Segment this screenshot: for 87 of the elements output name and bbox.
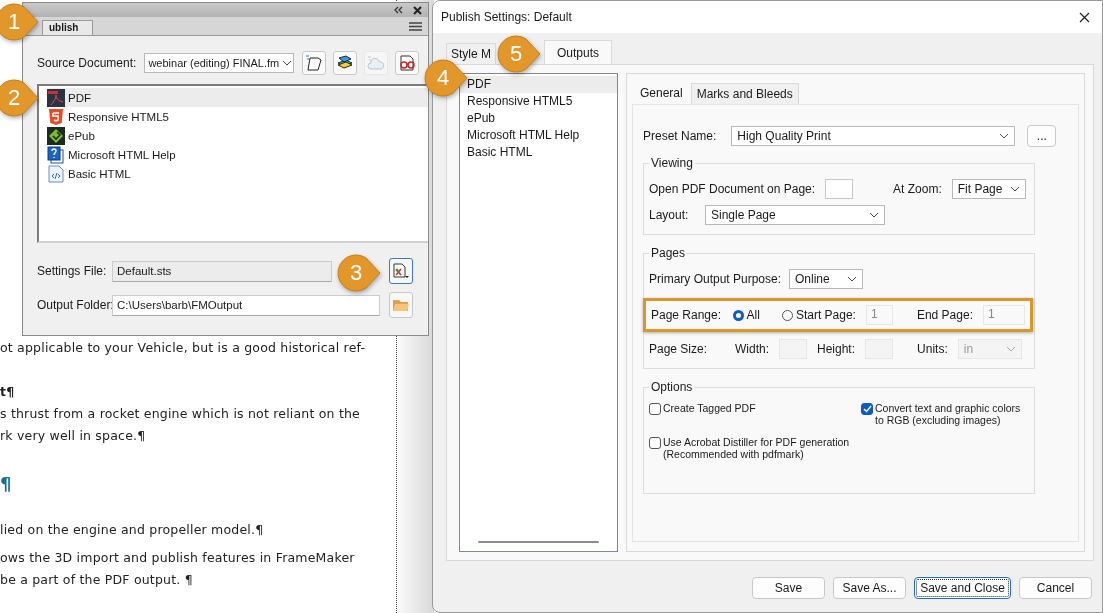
field-label: Source Document: bbox=[37, 56, 137, 70]
tab[interactable]: Style M bbox=[446, 43, 496, 64]
shield-five-icon bbox=[47, 107, 65, 126]
more-button[interactable]: ... bbox=[1027, 125, 1057, 147]
document-text-line: ows the 3D import and publish features in FrameMaker bbox=[0, 549, 356, 567]
layout-dropdown[interactable]: Single Page bbox=[705, 205, 885, 225]
chevron-down-icon bbox=[999, 133, 1010, 139]
field-label: At Zoom: bbox=[893, 182, 942, 196]
output-list-item[interactable]: ePub bbox=[460, 110, 617, 127]
field-label: Output Folder: bbox=[37, 298, 112, 312]
checkbox[interactable]: Create Tagged PDF bbox=[649, 402, 861, 426]
preset-dropdown[interactable]: High Quality Print bbox=[731, 126, 1016, 146]
document-heading: ¶ bbox=[0, 472, 13, 496]
file-caret-icon bbox=[392, 262, 410, 280]
diamond-icon bbox=[47, 126, 65, 145]
collapse-icon[interactable] bbox=[393, 6, 403, 14]
field-label: Open PDF Document on Page: bbox=[649, 182, 816, 196]
settings-file-field[interactable]: Default.sts bbox=[112, 260, 332, 282]
toolbar-button[interactable] bbox=[395, 51, 420, 75]
close-icon[interactable] bbox=[1079, 11, 1090, 23]
chevron-down-icon bbox=[282, 60, 293, 66]
panel-tab[interactable]: ublish bbox=[42, 20, 94, 35]
chevron-down-icon bbox=[1005, 346, 1016, 352]
field-label: Settings File: bbox=[37, 264, 108, 278]
dialog-button[interactable]: Save and Close bbox=[914, 577, 1011, 599]
close-icon[interactable] bbox=[413, 5, 422, 15]
output-list-item[interactable]: Basic HTML bbox=[460, 144, 617, 161]
purpose-dropdown[interactable]: Online bbox=[789, 269, 863, 289]
checkbox[interactable]: Use Acrobat Distiller for PDF generation (Recommended with pdfmark) bbox=[649, 436, 861, 460]
output-list-item[interactable]: ePub bbox=[47, 126, 428, 145]
field-label: Page Size: bbox=[649, 342, 709, 356]
field-label: Layout: bbox=[649, 208, 690, 222]
zoom-dropdown[interactable]: Fit Page bbox=[951, 179, 1026, 199]
step-callout: 5 bbox=[497, 34, 541, 74]
menu-icon[interactable] bbox=[409, 22, 422, 31]
chevron-down-icon bbox=[1009, 186, 1020, 192]
folder-icon bbox=[392, 297, 410, 313]
field-label: Primary Output Purpose: bbox=[649, 272, 779, 286]
field-label: Preset Name: bbox=[643, 129, 717, 143]
pdf-icon bbox=[47, 88, 65, 107]
toolbar-button[interactable] bbox=[333, 51, 358, 75]
output-list-item[interactable]: Basic HTML bbox=[47, 164, 428, 183]
dialog-button[interactable]: Cancel bbox=[1019, 577, 1092, 599]
chevron-down-icon bbox=[847, 276, 857, 282]
document-heading: t¶ bbox=[0, 383, 16, 401]
document-text-line: lied on the engine and propeller model.¶ bbox=[0, 521, 265, 539]
output-list-item[interactable]: Responsive HTML5 bbox=[47, 107, 428, 126]
document-text-line: be a part of the PDF output. ¶ bbox=[0, 571, 194, 589]
step-callout: 1 bbox=[0, 2, 39, 42]
field-label: Width: bbox=[735, 342, 769, 356]
scrollbar[interactable] bbox=[478, 541, 599, 543]
output-folder-field[interactable]: C:\Users\barb\FMOutput bbox=[112, 294, 380, 316]
step-callout: 3 bbox=[337, 253, 381, 293]
radio-button[interactable]: Start Page: bbox=[781, 308, 856, 322]
toolbar-button[interactable] bbox=[302, 51, 327, 75]
output-list-item[interactable]: Microsoft HTML Help bbox=[460, 127, 617, 144]
document-text-line: rk very well in space.¶ bbox=[0, 427, 147, 445]
help-book-icon bbox=[47, 145, 65, 164]
tab[interactable]: Outputs bbox=[544, 40, 613, 64]
group-title: Pages bbox=[649, 246, 688, 260]
settings-file-button[interactable] bbox=[389, 258, 413, 284]
document-text-line: ot applicable to your Vehicle, but is a good historical ref- bbox=[0, 339, 367, 357]
checkbox[interactable]: Convert text and graphic colors to RGB (excluding images) bbox=[861, 402, 1028, 426]
output-list-item[interactable]: PDF bbox=[47, 88, 428, 107]
group-title: Options bbox=[649, 380, 695, 394]
output-list-item[interactable]: Microsoft HTML Help bbox=[47, 145, 428, 164]
step-callout: 2 bbox=[0, 78, 39, 118]
field-label: Page Range: bbox=[651, 308, 723, 322]
document-text-line: s thrust from a rocket engine which is not reliant on the bbox=[0, 405, 361, 423]
window-title: Publish Settings: Default bbox=[441, 10, 572, 24]
page-icon bbox=[305, 54, 324, 72]
group-title: Viewing bbox=[649, 156, 695, 170]
source-document-dropdown[interactable]: webinar (editing) FINAL.fm bbox=[144, 53, 295, 73]
cloud-icon bbox=[367, 54, 386, 72]
tab[interactable]: Marks and Bleeds bbox=[690, 83, 799, 104]
dialog-button[interactable]: Save As... bbox=[833, 577, 906, 599]
dialog-button[interactable]: Save bbox=[752, 577, 825, 599]
radio-button[interactable]: All bbox=[732, 308, 760, 322]
output-list-item[interactable]: PDF bbox=[460, 76, 617, 93]
field-label: Units: bbox=[917, 342, 948, 356]
field-label: Height: bbox=[817, 342, 856, 356]
page-number-field[interactable] bbox=[825, 179, 854, 199]
field-label: End Page: bbox=[916, 308, 973, 322]
chevron-down-icon bbox=[869, 212, 879, 218]
code-page-icon bbox=[47, 164, 65, 183]
checkmark-icon bbox=[862, 405, 872, 413]
glasses-icon bbox=[398, 54, 417, 72]
